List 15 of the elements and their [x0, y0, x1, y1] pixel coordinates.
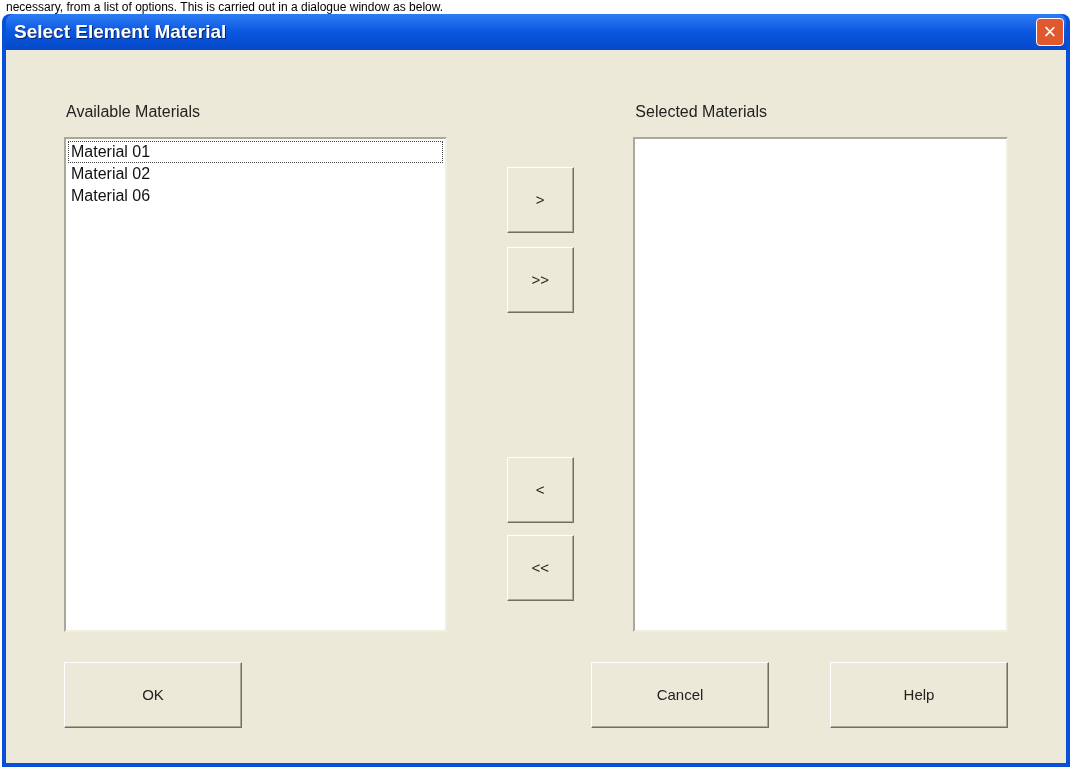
- list-label: Selected Materials: [634, 102, 768, 122]
- list-item[interactable]: Material 02: [68, 163, 443, 185]
- dialog-button[interactable]: Cancel: [591, 662, 769, 728]
- dialog-button[interactable]: <: [506, 457, 574, 523]
- close-button[interactable]: ×: [1036, 18, 1064, 46]
- dialog-button[interactable]: OK: [64, 662, 242, 728]
- dialog-button[interactable]: >>: [506, 247, 574, 313]
- dialog-button[interactable]: >: [506, 167, 574, 233]
- list-item[interactable]: Material 01: [68, 141, 443, 163]
- caption-text: necessary, from a list of options. This is carried out in a dialogue window as below.: [5, 0, 445, 14]
- list-label: Available Materials: [65, 102, 201, 122]
- dialog-button[interactable]: Help: [830, 662, 1008, 728]
- list-item[interactable]: Material 06: [68, 185, 443, 207]
- dialog-button[interactable]: <<: [506, 535, 574, 601]
- window-title: Select Element Material: [14, 19, 227, 44]
